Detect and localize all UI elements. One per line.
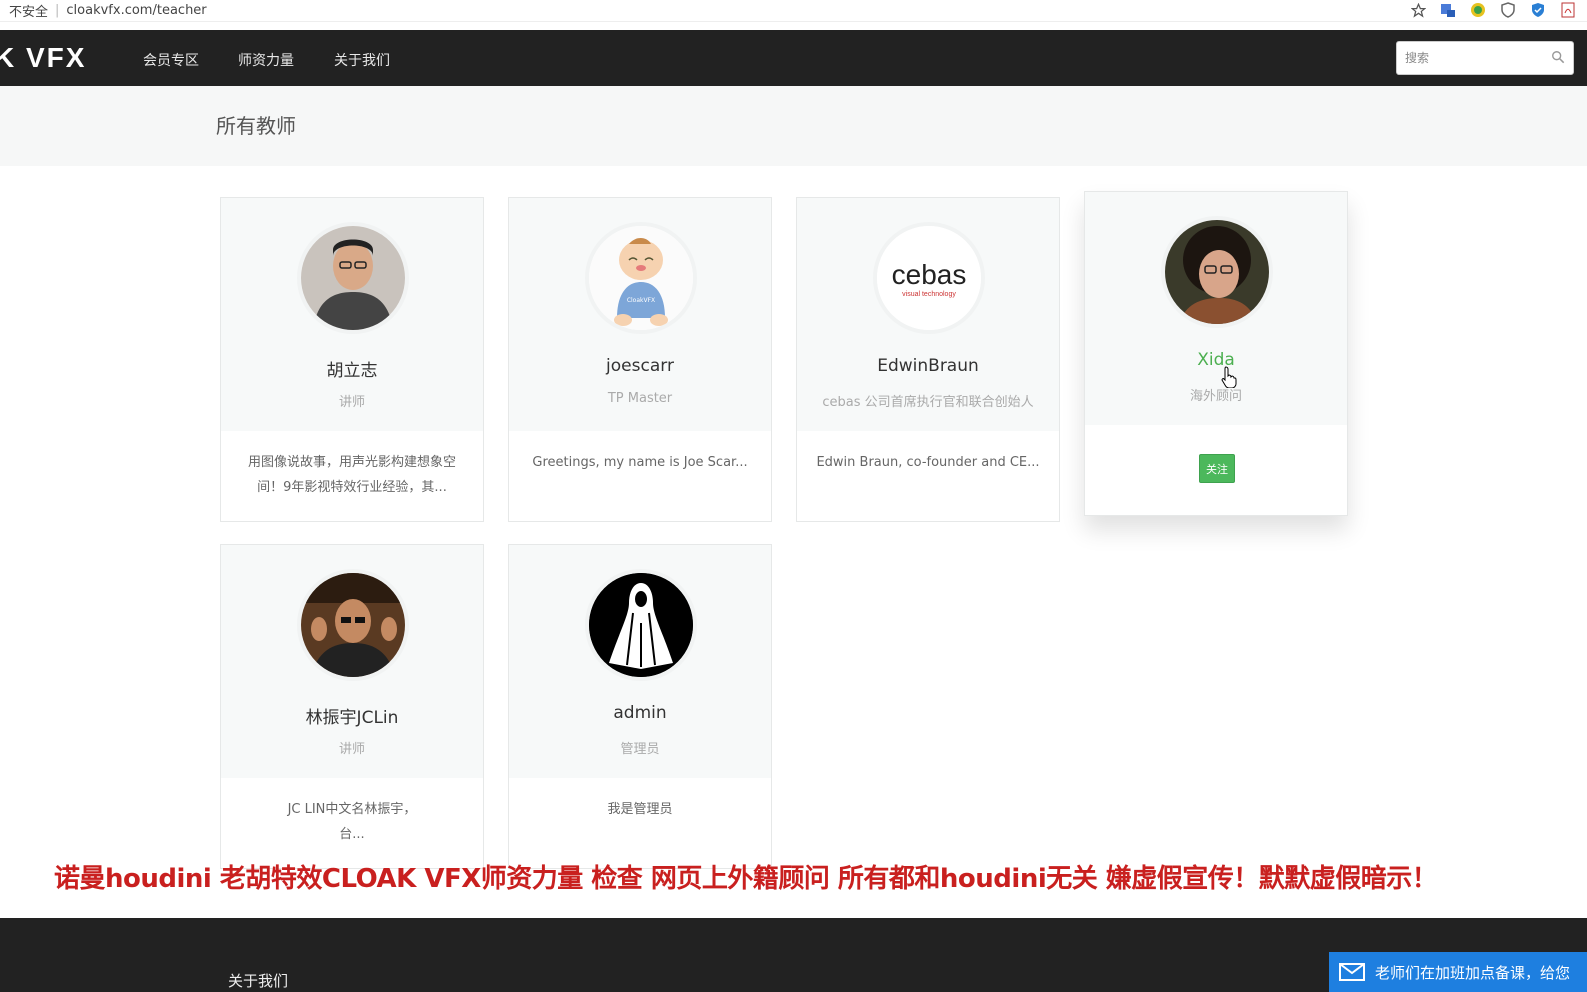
teacher-description: JC LIN中文名林振宇， 台... bbox=[239, 797, 465, 847]
cebas-logo-subtext: visual technology bbox=[902, 291, 956, 298]
description-line: 间！9年影视特效行业经验，其... bbox=[257, 480, 447, 495]
page-header: 所有教师 bbox=[0, 86, 1587, 166]
teacher-role: 讲师 bbox=[338, 742, 365, 757]
teacher-avatar[interactable] bbox=[297, 222, 409, 334]
teacher-description: Greetings, my name is Joe Scar... bbox=[527, 450, 753, 475]
teacher-avatar[interactable] bbox=[585, 569, 697, 681]
browser-address-bar: 不安全 | cloakvfx.com/teacher bbox=[0, 0, 1587, 22]
teacher-avatar[interactable]: cebas visual technology bbox=[873, 222, 985, 334]
nav-item-about[interactable]: 关于我们 bbox=[334, 50, 390, 70]
teacher-name[interactable]: admin bbox=[509, 703, 771, 723]
teacher-name[interactable]: joescarr bbox=[509, 356, 771, 376]
teacher-card[interactable]: 胡立志 讲师 用图像说故事，用声光影构建想象空 间！9年影视特效行业经验，其..… bbox=[220, 197, 484, 522]
top-navbar: K VFX 会员专区 师资力量 关于我们 bbox=[0, 30, 1587, 86]
teacher-avatar[interactable] bbox=[297, 569, 409, 681]
teacher-card[interactable]: admin 管理员 我是管理员 bbox=[508, 544, 772, 869]
extension-shield-icon[interactable] bbox=[1499, 1, 1517, 19]
teacher-description: 用图像说故事，用声光影构建想象空 间！9年影视特效行业经验，其... bbox=[239, 450, 465, 500]
nav-item-members[interactable]: 会员专区 bbox=[143, 50, 199, 70]
mail-icon bbox=[1329, 963, 1375, 981]
teacher-card[interactable]: cebas visual technology EdwinBraun cebas… bbox=[796, 197, 1060, 522]
teacher-card[interactable]: 林振宇JCLin 讲师 JC LIN中文名林振宇， 台... bbox=[220, 544, 484, 869]
teacher-name[interactable]: Xida bbox=[1085, 350, 1347, 370]
search-icon[interactable] bbox=[1551, 50, 1565, 64]
cebas-logo-text: cebas bbox=[892, 259, 967, 290]
extension-green-icon[interactable] bbox=[1469, 1, 1487, 19]
overlay-caption: 诺曼houdini 老胡特效CLOAK VFX师资力量 检查 网页上外籍顾问 所… bbox=[54, 864, 1438, 894]
extension-blue-shield-icon[interactable] bbox=[1529, 1, 1547, 19]
teacher-role: TP Master bbox=[607, 391, 673, 406]
teacher-avatar[interactable] bbox=[1161, 216, 1273, 328]
search-box bbox=[1396, 41, 1574, 75]
description-line: Edwin Braun, co-founder and CE... bbox=[816, 455, 1040, 470]
extension-translate-icon[interactable] bbox=[1439, 1, 1457, 19]
teacher-role: 讲师 bbox=[338, 395, 365, 410]
teacher-role: 管理员 bbox=[620, 742, 660, 757]
footer-about-link[interactable]: 关于我们 bbox=[228, 970, 288, 991]
site-logo[interactable]: K VFX bbox=[0, 42, 86, 74]
teacher-role: cebas 公司首席执行官和联合创始人 bbox=[822, 395, 1034, 410]
description-line: 用图像说故事，用声光影构建想象空 bbox=[247, 455, 456, 470]
teacher-avatar[interactable]: CloakVFX bbox=[585, 222, 697, 334]
description-line: 台... bbox=[339, 827, 365, 842]
teacher-description: 我是管理员 bbox=[527, 797, 753, 822]
search-input[interactable] bbox=[1405, 51, 1545, 65]
nav-item-teachers[interactable]: 师资力量 bbox=[238, 50, 294, 70]
security-label[interactable]: 不安全 bbox=[0, 1, 48, 20]
notice-text: 老师们在加班加点备课，给您 bbox=[1375, 963, 1571, 982]
teacher-card[interactable]: CloakVFX joescarr TP Master Greetings, m… bbox=[508, 197, 772, 522]
bookmark-star-icon[interactable] bbox=[1409, 1, 1427, 19]
browser-extension-icons bbox=[1409, 1, 1577, 19]
teacher-name[interactable]: 胡立志 bbox=[221, 356, 483, 381]
description-line: 我是管理员 bbox=[607, 802, 673, 817]
page-title: 所有教师 bbox=[216, 114, 296, 138]
teacher-name[interactable]: 林振宇JCLin bbox=[221, 703, 483, 728]
address-separator: | bbox=[55, 3, 60, 18]
teacher-card[interactable]: Xida 海外顾问 关注 bbox=[1084, 191, 1348, 516]
url-text[interactable]: cloakvfx.com/teacher bbox=[66, 3, 206, 18]
description-line: JC LIN中文名林振宇， bbox=[287, 802, 417, 817]
teacher-role: 海外顾问 bbox=[1189, 389, 1242, 404]
teacher-name[interactable]: EdwinBraun bbox=[797, 356, 1059, 376]
teacher-description: Edwin Braun, co-founder and CE... bbox=[815, 450, 1041, 475]
baby-badge-text: CloakVFX bbox=[627, 297, 655, 304]
description-line: Greetings, my name is Joe Scar... bbox=[532, 455, 748, 470]
follow-button[interactable]: 关注 bbox=[1199, 454, 1235, 483]
notice-bar[interactable]: 老师们在加班加点备课，给您 bbox=[1329, 952, 1587, 992]
hand-cursor-icon bbox=[1221, 366, 1237, 388]
extension-pdf-icon[interactable] bbox=[1559, 1, 1577, 19]
